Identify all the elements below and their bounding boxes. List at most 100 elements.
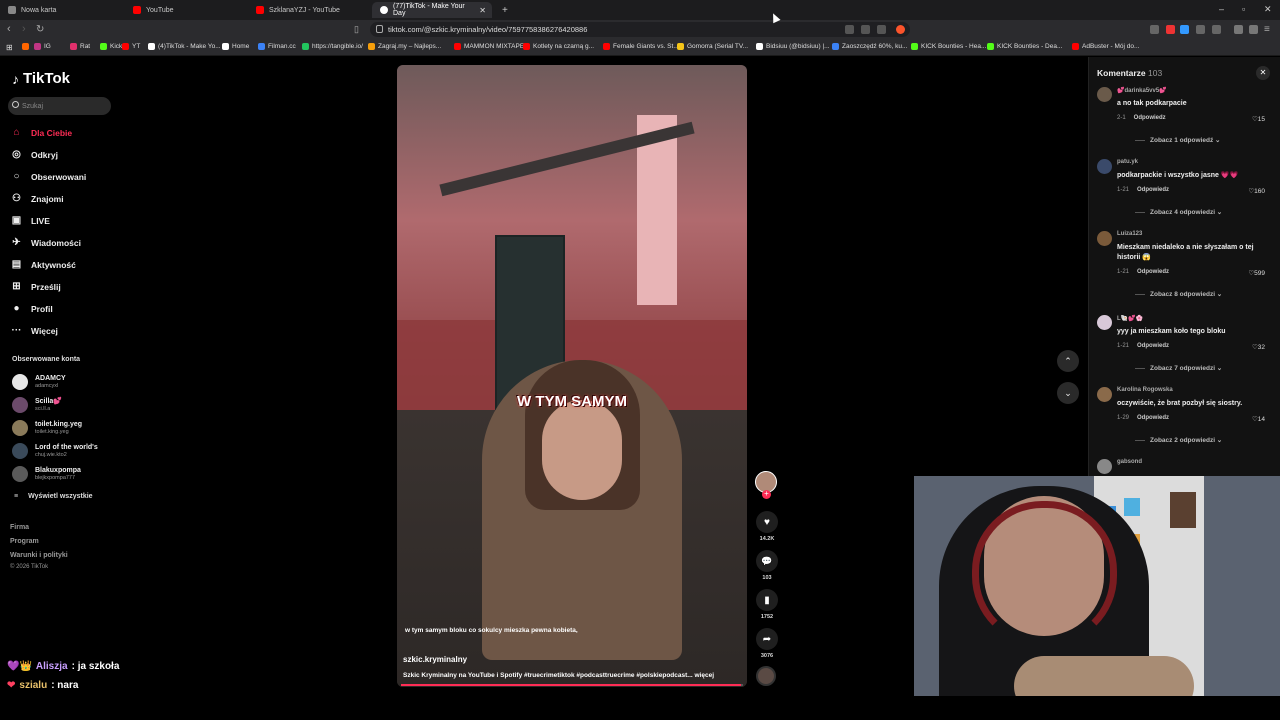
bookmark-icon[interactable] [22,43,29,50]
reply-button[interactable]: Odpowiedz [1137,187,1169,193]
avatar[interactable] [1097,387,1112,402]
bookmark-item[interactable]: KICK Bounties - Dea... [987,43,1062,50]
minimize-icon[interactable]: – [1219,4,1224,14]
footer-link-firma[interactable]: Firma [10,524,29,531]
back-icon[interactable]: ‹ [7,23,11,36]
bookmark-item[interactable]: Rat [70,43,90,50]
sidebar-item-upload[interactable]: ⊞ Prześlij [10,280,60,293]
brave-shield-icon[interactable] [896,25,905,34]
tiktok-logo[interactable]: ♪ TikTok [12,70,70,87]
avatar[interactable] [1097,315,1112,330]
footer-link-terms[interactable]: Warunki i polityki [10,552,68,559]
reader-icon[interactable] [845,25,854,34]
share-button[interactable]: ➦ 3076 [755,628,779,659]
show-all-button[interactable]: ≡ Wyświetl wszystkie [14,493,93,500]
bookmark-page-icon[interactable]: ▯ [354,23,359,36]
followed-account[interactable]: Scilla💕 sci.ll.a [12,397,62,413]
reload-icon[interactable]: ↻ [36,23,44,36]
tab-nowa-karta[interactable]: Nowa karta [0,2,125,18]
bookmark-item[interactable]: MAMMON MIXTAPE... [454,43,530,50]
followed-account[interactable]: toilet.king.yeg toilet.king.yeg [12,420,82,436]
reply-button[interactable]: Odpowiedz [1137,269,1169,275]
view-replies-button[interactable]: Zobacz 2 odpowiedzi ⌄ [1135,436,1222,444]
avatar[interactable] [1097,459,1112,474]
avatar[interactable] [1097,87,1112,102]
view-replies-button[interactable]: Zobacz 1 odpowiedź ⌄ [1135,136,1220,144]
extension-icon[interactable] [1180,25,1189,34]
avatar[interactable] [1097,231,1112,246]
tab-youtube[interactable]: YouTube [125,2,248,18]
reply-button[interactable]: Odpowiedz [1134,115,1166,121]
previous-video-button[interactable]: ⌃ [1057,350,1079,372]
avatar[interactable] [1097,159,1112,174]
bookmark-item[interactable]: (4)TikTok - Make Yo... [148,43,221,50]
footer-link-program[interactable]: Program [10,538,39,545]
search-input[interactable]: Szukaj [8,97,111,115]
puzzle-icon[interactable] [1196,25,1205,34]
menu-icon[interactable]: ≡ [1264,23,1270,36]
music-icon[interactable] [1234,25,1243,34]
video-description[interactable]: Szkic Kryminalny na YouTube i Spotify #t… [403,672,743,679]
sidebar-item-following[interactable]: ○ Obserwowani [10,170,86,183]
sidebar-item-home[interactable]: ⌂ Dla Ciebie [10,126,72,139]
reply-button[interactable]: Odpowiedz [1137,415,1169,421]
bookmark-item[interactable]: IG [34,43,51,50]
new-tab-button[interactable]: + [494,2,514,18]
tab-szklana-youtube[interactable]: SzklanaYZJ - YouTube [248,2,372,18]
bookmark-button[interactable]: ▮ 1752 [755,589,779,620]
followed-account[interactable]: Lord of the world's chuj.wie.kto2 [12,443,98,459]
sidebar-item-more[interactable]: ··· Więcej [10,324,58,337]
music-disc-icon[interactable] [756,666,776,686]
like-comment-button[interactable]: ♡15 [1252,115,1265,123]
sidebar-item-profile[interactable]: ● Profil [10,302,52,315]
like-comment-button[interactable]: ♡14 [1252,415,1265,423]
sidebar-item-messages[interactable]: ✈ Wiadomości [10,236,81,249]
sidebar-icon[interactable] [1212,25,1221,34]
bookmark-item[interactable]: Bidsiuu (@bidsiuu) |... [756,43,830,50]
followed-account[interactable]: Blakuxpompa blejkxpompa777 [12,466,81,482]
like-button[interactable]: ♥ 14.2K [755,511,779,542]
bookmark-item[interactable]: Female Giants vs. St... [603,43,679,50]
sidebar-item-activity[interactable]: ▤ Aktywność [10,258,76,271]
bookmark-item[interactable]: Kick [100,43,122,50]
like-comment-button[interactable]: ♡160 [1248,187,1265,195]
bookmark-item[interactable]: Zaoszczędź 60%, ku... [832,43,907,50]
share-icon[interactable] [877,25,886,34]
extension-icon[interactable] [1166,25,1175,34]
bookmark-item[interactable]: AdBuster - Mój do... [1072,43,1139,50]
screenshot-icon[interactable] [861,25,870,34]
bookmark-item[interactable]: KICK Bounties - Hea... [911,43,986,50]
bookmark-item[interactable]: Filman.cc [258,43,296,50]
comment-username[interactable]: Luiza123 [1117,231,1142,237]
video-progress-bar[interactable] [401,684,743,686]
close-window-icon[interactable]: ✕ [1264,4,1272,15]
comment-username[interactable]: 💕darinka5vv5💕 [1117,87,1167,94]
forward-icon[interactable]: › [22,23,26,36]
close-tab-icon[interactable]: ✕ [479,6,486,15]
bookmark-item[interactable]: Zagraj.my – Najleps... [368,43,441,50]
followed-account[interactable]: ADAMCY adamcyxl [12,374,66,390]
comment-username[interactable]: patu.yk [1117,159,1138,165]
extension-icon[interactable] [1150,25,1159,34]
bookmark-item[interactable]: Gomorra (Serial TV... [677,43,748,50]
maximize-icon[interactable]: ▫ [1242,4,1245,14]
comment-username[interactable]: gabsond [1117,459,1142,465]
view-replies-button[interactable]: Zobacz 7 odpowiedzi ⌄ [1135,364,1222,372]
sidebar-item-compass[interactable]: ◎ Odkryj [10,148,58,161]
url-input[interactable]: tiktok.com/@szkic.kryminalny/video/75977… [370,22,910,37]
apps-icon[interactable]: ⊞ [6,43,13,52]
bookmark-item[interactable]: https://tangible.io/ [302,43,363,50]
like-comment-button[interactable]: ♡32 [1252,343,1265,351]
comment-username[interactable]: L🐚💕🌸 [1117,315,1143,322]
wallet-icon[interactable] [1249,25,1258,34]
next-video-button[interactable]: ⌄ [1057,382,1079,404]
comment-username[interactable]: Karolina Rogowska [1117,387,1173,393]
view-replies-button[interactable]: Zobacz 8 odpowiedzi ⌄ [1135,290,1222,298]
sidebar-item-friends[interactable]: ⚇ Znajomi [10,192,64,205]
like-comment-button[interactable]: ♡599 [1248,269,1265,277]
bookmark-item[interactable]: YT [122,43,140,50]
reply-button[interactable]: Odpowiedz [1137,343,1169,349]
follow-plus-icon[interactable]: + [762,490,771,499]
view-replies-button[interactable]: Zobacz 4 odpowiedzi ⌄ [1135,208,1222,216]
video-player[interactable]: W TYM SAMYM w tym samym bloku co sokulcy… [397,65,747,687]
